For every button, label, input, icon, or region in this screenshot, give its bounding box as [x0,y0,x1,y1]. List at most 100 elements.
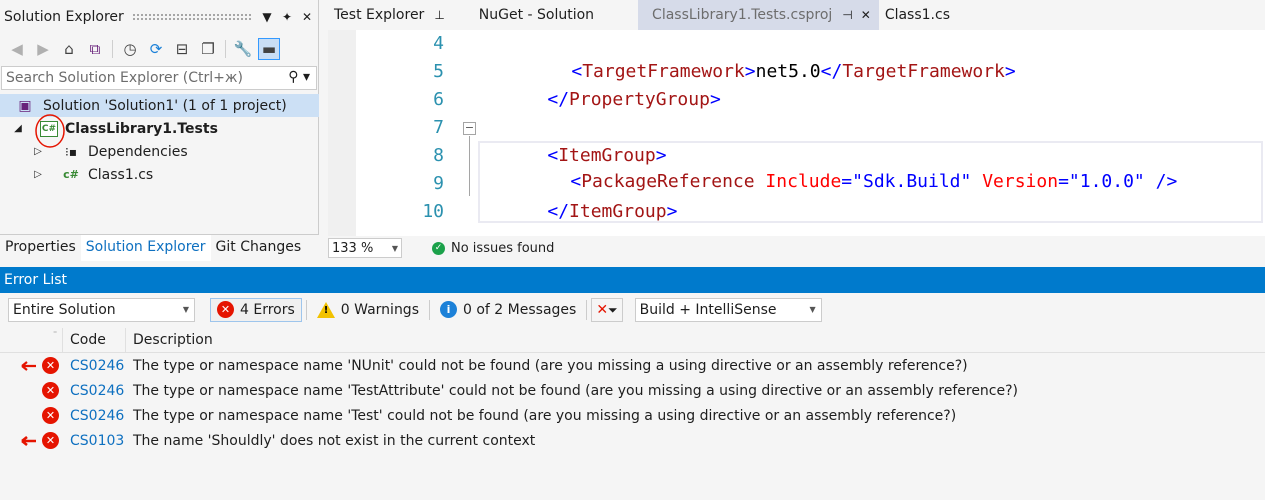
solution-tree: ▣ Solution 'Solution1' (1 of 1 project) … [0,94,319,186]
issues-status: No issues found [451,240,555,256]
toolbar-divider [112,39,113,58]
properties-wrench-icon[interactable]: 🔧 [232,38,254,60]
csharp-file-icon: c# [63,168,79,181]
code-line-9: </ItemGroup> [547,201,678,222]
check-circle-icon: ✓ [432,241,445,255]
solution-explorer-titlebar: Solution Explorer ▼ ✦ ✕ [0,0,319,33]
tree-item-class1[interactable]: ▷ c# Class1.cs [0,163,319,186]
error-code-link[interactable]: CS0246 [70,408,124,424]
scope-dropdown[interactable]: Entire Solution ▼ [8,297,195,322]
title-grip[interactable] [131,13,251,20]
tab-csproj[interactable]: ClassLibrary1.Tests.csproj ⊣ ✕ [638,0,879,30]
tab-solution-explorer[interactable]: Solution Explorer [80,235,211,261]
line-number: 9 [433,173,444,194]
tab-properties[interactable]: Properties [0,235,81,261]
solution-search-input[interactable]: Search Solution Explorer (Ctrl+ж) ⚲ ▾ [1,66,317,90]
error-icon: ✕ [42,357,59,374]
pin-icon[interactable]: ✦ [279,10,295,24]
pending-changes-filter-icon[interactable]: ◷ [119,38,141,60]
scope-value: Entire Solution [13,301,116,318]
line-number: 4 [433,33,444,54]
close-icon[interactable]: ✕ [861,8,871,22]
close-icon[interactable]: ✕ [299,10,315,24]
collapse-arrow-icon[interactable]: ◢ [12,123,24,134]
warnings-filter-button[interactable]: ! 0 Warnings [311,298,425,322]
info-icon: i [440,301,457,318]
error-description: The name 'Shouldly' does not exist in th… [133,432,536,449]
issues-indicator[interactable]: ✓ No issues found [432,241,554,256]
search-placeholder: Search Solution Explorer (Ctrl+ж) [6,70,243,86]
error-description: The type or namespace name 'TestAttribut… [133,382,1019,399]
editor-status-bar: 133 % ▼ ✓ No issues found [328,236,1265,260]
table-row[interactable]: ✕ CS0103 The name 'Shouldly' does not ex… [0,428,1265,453]
window-dropdown-icon[interactable]: ▼ [259,10,275,24]
collapse-all-icon[interactable]: ⊟ [171,38,193,60]
sync-icon[interactable]: ⟳ [145,38,167,60]
search-icon[interactable]: ⚲ ▾ [288,69,310,85]
tab-label: Test Explorer [334,7,425,23]
errors-filter-button[interactable]: ✕ 4 Errors [210,297,302,322]
tab-git-changes[interactable]: Git Changes [211,235,307,261]
solution-bottom-tabs: Properties Solution Explorer Git Changes [0,234,319,261]
forward-icon[interactable]: ▶ [32,38,54,60]
expand-arrow-icon[interactable]: ▷ [32,169,44,180]
column-code[interactable]: Code [70,332,106,348]
filter-column-icon[interactable]: ⁼ [53,329,57,338]
warning-icon: ! [316,301,335,318]
error-icon: ✕ [42,432,59,449]
chevron-down-icon: ▼ [809,305,816,314]
line-number: 7 [433,117,444,138]
zoom-dropdown[interactable]: 133 % ▼ [328,238,402,258]
toolbar-divider [429,299,430,320]
red-arrow-annotation [21,361,36,371]
error-icon: ✕ [42,407,59,424]
error-description: The type or namespace name 'Test' could … [133,407,957,424]
preview-selected-icon[interactable]: ▬ [258,37,280,60]
toolbar-divider [305,299,307,320]
error-code-link[interactable]: CS0246 [70,358,124,374]
error-list-title: Error List [4,272,68,288]
table-row[interactable]: ✕ CS0246 The type or namespace name 'Tes… [0,403,1265,428]
code-editor[interactable]: 4 5 6 7 8 9 10 − <TargetFramework>net5.0… [328,30,1265,236]
red-arrow-annotation [21,436,36,446]
error-description: The type or namespace name 'NUnit' could… [133,357,968,374]
tree-item-dependencies[interactable]: ▷ ⁝▪ Dependencies [0,140,319,163]
error-list-titlebar: Error List [0,267,1265,293]
tab-label: ClassLibrary1.Tests.csproj [652,7,833,23]
dependencies-icon: ⁝▪ [65,144,77,159]
line-number: 10 [422,201,444,222]
tree-item-label: Class1.cs [88,166,154,183]
tab-test-explorer[interactable]: Test Explorer ⊥ [320,0,453,30]
error-code-link[interactable]: CS0103 [70,433,124,449]
tree-item-project[interactable]: ◢ C# ClassLibrary1.Tests [0,114,319,148]
line-number: 6 [433,89,444,110]
solution-explorer-toolbar: ◀ ▶ ⌂ ⧉ ◷ ⟳ ⊟ ❐ 🔧 ▬ [0,33,319,64]
clear-filter-button[interactable]: ✕⏷ [591,297,623,322]
pin-icon[interactable]: ⊣ [842,8,852,22]
switch-views-icon[interactable]: ⧉ [84,38,106,60]
solution-explorer-panel: Solution Explorer ▼ ✦ ✕ ◀ ▶ ⌂ ⧉ ◷ ⟳ ⊟ ❐ … [0,0,319,261]
error-list-rows: ✕ CS0246 The type or namespace name 'NUn… [0,353,1265,453]
tab-label: NuGet - Solution [478,7,595,23]
error-list-toolbar: Entire Solution ▼ ✕ 4 Errors ! 0 Warning… [0,294,1265,325]
build-filter-dropdown[interactable]: Build + IntelliSense ▼ [634,297,822,322]
back-icon[interactable]: ◀ [6,38,28,60]
solution-explorer-title: Solution Explorer [4,8,124,25]
pin-icon[interactable]: ⊥ [434,8,444,22]
messages-filter-button[interactable]: i 0 of 2 Messages [434,298,582,322]
line-number: 8 [433,145,444,166]
tab-class1[interactable]: Class1.cs [879,0,958,30]
tree-item-label: Dependencies [88,143,188,160]
error-list-header: ⁼ Code Description [0,328,1265,353]
table-row[interactable]: ✕ CS0246 The type or namespace name 'NUn… [0,353,1265,378]
show-all-files-icon[interactable]: ❐ [197,38,219,60]
tab-nuget-solution[interactable]: NuGet - Solution [453,0,638,30]
table-row[interactable]: ✕ CS0246 The type or namespace name 'Tes… [0,378,1265,403]
collapse-region-icon[interactable]: − [463,122,476,135]
column-description[interactable]: Description [133,332,213,348]
expand-arrow-icon[interactable]: ▷ [32,146,44,157]
toolbar-divider [225,39,226,58]
error-code-link[interactable]: CS0246 [70,383,124,399]
warnings-count: 0 Warnings [340,301,419,318]
home-icon[interactable]: ⌂ [58,38,80,60]
